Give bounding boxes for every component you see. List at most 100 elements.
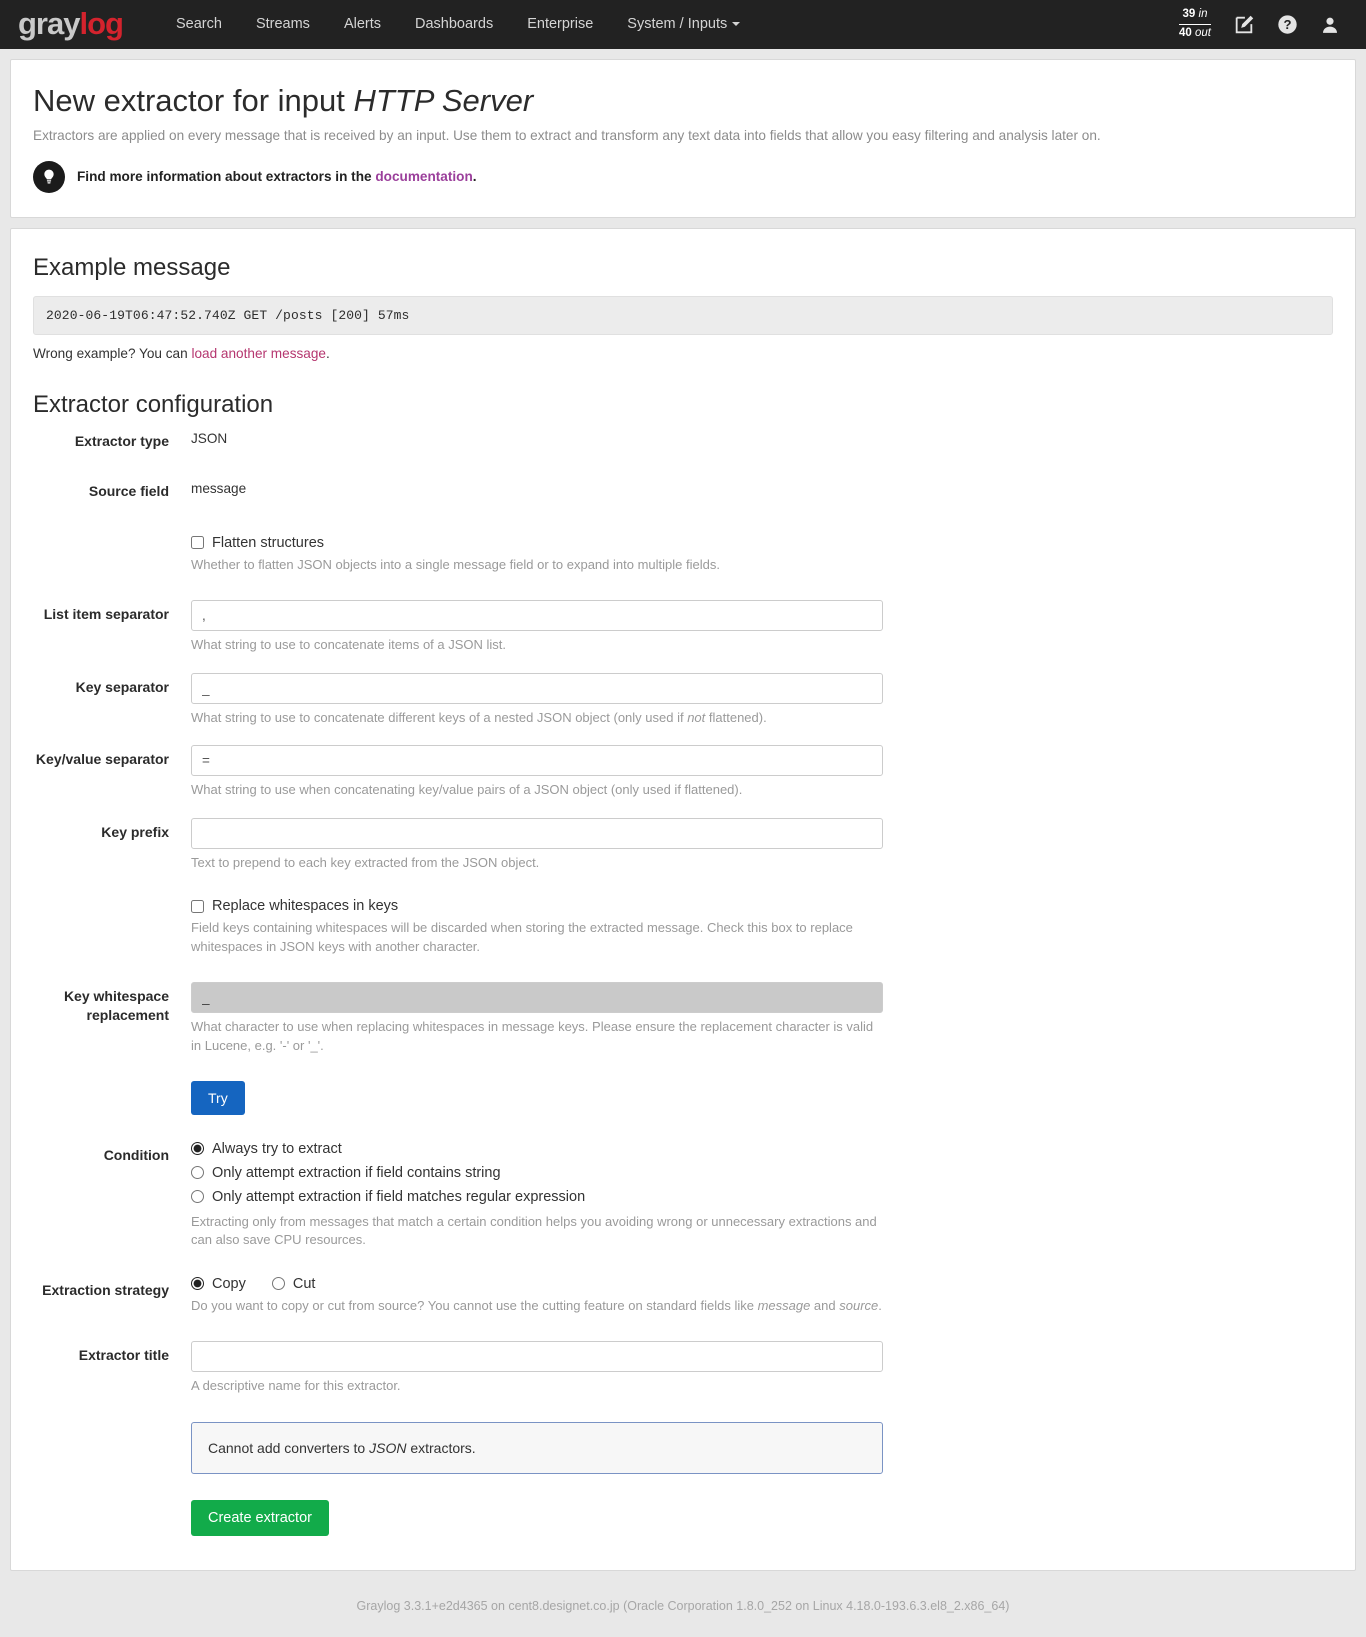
extractor-configuration-title: Extractor configuration: [33, 390, 274, 418]
extraction-strategy-options: Copy Cut: [191, 1276, 1333, 1292]
key-separator-input[interactable]: [191, 672, 883, 704]
row-list-item-separator: List item separator What string to use t…: [33, 600, 1333, 654]
label-key-value-separator: Key/value separator: [35, 751, 169, 768]
row-source-field: Source field message: [33, 477, 1333, 501]
extraction-strategy-help-part1: Do you want to copy or cut from source? …: [191, 1297, 758, 1313]
condition-option-contains-string[interactable]: Only attempt extraction if field contain…: [191, 1165, 1333, 1181]
label-extractor-title: Extractor title: [78, 1347, 169, 1364]
key-value-separator-help: What string to use when concatenating ke…: [191, 782, 743, 798]
wrong-example-suffix: .: [325, 345, 330, 361]
label-converters-empty: [33, 1422, 181, 1474]
label-key-prefix: Key prefix: [101, 823, 169, 840]
nav-item-dashboards[interactable]: Dashboards: [398, 0, 510, 49]
label-try-empty: [33, 1081, 181, 1115]
row-extractor-type: Extractor type JSON: [33, 427, 1333, 451]
converters-alert: Cannot add converters to JSON extractors…: [191, 1421, 883, 1474]
flatten-structures-help: Whether to flatten JSON objects into a s…: [191, 556, 720, 572]
condition-option-always[interactable]: Always try to extract: [191, 1141, 1333, 1157]
nav-item-streams[interactable]: Streams: [239, 0, 327, 49]
example-message-title: Example message: [33, 253, 231, 281]
extractor-title-input[interactable]: [191, 1341, 883, 1373]
throughput-out: 40 out: [1179, 26, 1211, 42]
flatten-structures-checkbox-row[interactable]: Flatten structures: [191, 535, 1333, 551]
documentation-link[interactable]: documentation: [375, 169, 472, 184]
extraction-strategy-option-copy[interactable]: Copy: [191, 1276, 246, 1292]
page-title-input-name: HTTP Server: [353, 83, 534, 118]
key-separator-help-part1: What string to use to concatenate differ…: [191, 709, 688, 725]
extraction-strategy-radio-copy[interactable]: [191, 1277, 204, 1291]
label-list-item-separator: List item separator: [43, 606, 169, 623]
extraction-strategy-option-cut[interactable]: Cut: [271, 1275, 316, 1292]
extraction-strategy-label-cut: Cut: [292, 1275, 316, 1292]
user-icon[interactable]: [1320, 15, 1340, 35]
page-header-panel: New extractor for input HTTP Server Extr…: [10, 59, 1356, 218]
nav-item-alerts[interactable]: Alerts: [327, 0, 398, 49]
condition-option-regex[interactable]: Only attempt extraction if field matches…: [191, 1189, 1333, 1205]
label-flatten-structures-empty: [33, 535, 181, 574]
converters-alert-italic: JSON: [369, 1439, 407, 1456]
key-value-separator-input[interactable]: [191, 745, 883, 777]
row-condition: Condition Always try to extract Only att…: [33, 1141, 1333, 1250]
row-flatten-structures: Flatten structures Whether to flatten JS…: [33, 535, 1333, 574]
key-separator-help: What string to use to concatenate differ…: [191, 709, 883, 727]
documentation-hint-text: Find more information about extractors i…: [77, 169, 477, 184]
throughput-out-value: 40: [1179, 27, 1192, 39]
value-source-field: message: [191, 480, 247, 496]
extraction-strategy-help-italic-message: message: [757, 1297, 811, 1313]
condition-radio-contains-string[interactable]: [191, 1166, 204, 1180]
condition-help: Extracting only from messages that match…: [191, 1213, 877, 1248]
converters-alert-part2: extractors.: [406, 1439, 476, 1456]
extraction-strategy-radio-cut[interactable]: [271, 1277, 285, 1291]
page-title-prefix: New extractor for input: [33, 83, 354, 118]
top-navbar: graylog Search Streams Alerts Dashboards…: [0, 0, 1366, 49]
extraction-strategy-help-part2: and: [810, 1297, 840, 1313]
label-extractor-type: Extractor type: [74, 432, 169, 449]
label-key-separator: Key separator: [75, 678, 169, 695]
nav-item-system-inputs[interactable]: System / Inputs: [610, 0, 757, 49]
page-footer: Graylog 3.3.1+e2d4365 on cent8.designet.…: [356, 1599, 1010, 1614]
nav-item-system-inputs-label: System / Inputs: [627, 16, 728, 32]
throughput-out-label: out: [1195, 27, 1211, 39]
value-extractor-type: JSON: [191, 430, 228, 446]
key-prefix-help: Text to prepend to each key extracted fr…: [191, 854, 540, 870]
key-whitespace-replacement-help: What character to use when replacing whi…: [191, 1019, 874, 1053]
label-extraction-strategy: Extraction strategy: [42, 1281, 169, 1298]
list-item-separator-help: What string to use to concatenate items …: [191, 637, 507, 653]
list-item-separator-input[interactable]: [191, 600, 883, 632]
condition-radio-always[interactable]: [191, 1142, 204, 1156]
row-key-separator: Key separator What string to use to conc…: [33, 672, 1333, 727]
row-key-prefix: Key prefix Text to prepend to each key e…: [33, 817, 1333, 872]
extraction-strategy-help-italic-source: source: [839, 1297, 879, 1313]
svg-text:?: ?: [1283, 17, 1291, 32]
label-create-empty: [33, 1500, 181, 1537]
row-try-button: Try: [33, 1080, 1333, 1115]
chevron-down-icon: [732, 22, 741, 27]
help-icon[interactable]: ?: [1277, 14, 1298, 35]
graylog-logo[interactable]: graylog: [18, 6, 124, 41]
flatten-structures-checkbox[interactable]: [191, 536, 204, 550]
converters-alert-part1: Cannot add converters to: [208, 1439, 370, 1456]
throughput-in-value: 39: [1182, 8, 1196, 21]
logo-text-gray: gray: [18, 6, 80, 41]
try-button[interactable]: Try: [191, 1080, 245, 1115]
nav-item-search[interactable]: Search: [159, 0, 239, 49]
documentation-hint: Find more information about extractors i…: [33, 160, 1333, 193]
load-another-message-link[interactable]: load another message: [191, 346, 326, 361]
replace-whitespaces-help: Field keys containing whitespaces will b…: [191, 920, 853, 954]
page-title: New extractor for input HTTP Server: [33, 82, 1333, 120]
throughput-indicator[interactable]: 39 in 40 out: [1179, 7, 1211, 41]
replace-whitespaces-checkbox[interactable]: [191, 899, 204, 913]
edit-icon[interactable]: [1233, 14, 1255, 36]
nav-right-group: 39 in 40 out ?: [1179, 7, 1350, 41]
wrong-example-prefix: Wrong example? You can: [33, 345, 192, 361]
key-prefix-input[interactable]: [191, 817, 883, 849]
replace-whitespaces-checkbox-row[interactable]: Replace whitespaces in keys: [191, 898, 1333, 914]
nav-item-enterprise[interactable]: Enterprise: [510, 0, 610, 49]
row-replace-whitespaces: Replace whitespaces in keys Field keys c…: [33, 898, 1333, 956]
wrong-example-row: Wrong example? You can load another mess…: [33, 346, 1333, 361]
hint-suffix: .: [472, 169, 477, 185]
create-extractor-button[interactable]: Create extractor: [191, 1499, 329, 1537]
flatten-structures-label: Flatten structures: [212, 534, 325, 551]
condition-radio-regex[interactable]: [191, 1190, 204, 1204]
extraction-strategy-help-part3: .: [878, 1297, 882, 1313]
